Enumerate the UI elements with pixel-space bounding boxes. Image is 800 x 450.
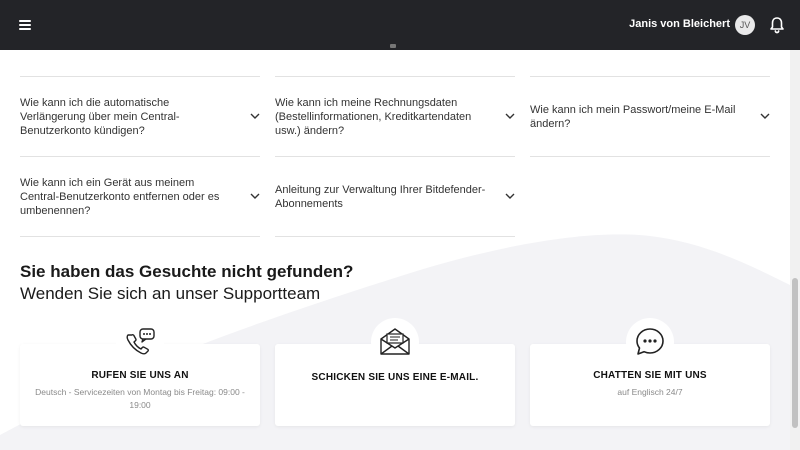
chevron-down-icon [505, 193, 515, 199]
hamburger-menu-icon[interactable] [19, 20, 31, 30]
faq-question: Wie kann ich ein Gerät aus meinem Centra… [20, 177, 220, 217]
faq-question: Wie kann ich meine Rechnungsdaten (Beste… [275, 97, 472, 137]
card-title: CHATTEN SIE MIT UNS [593, 370, 707, 381]
divider [20, 156, 260, 157]
top-bar: Janis von Bleichert JV [0, 0, 800, 50]
avatar[interactable]: JV [735, 15, 755, 35]
faq-item-remove-device[interactable]: Wie kann ich ein Gerät aus meinem Centra… [20, 176, 260, 236]
card-subtitle: Deutsch - Servicezeiten von Montag bis F… [35, 387, 245, 410]
divider [530, 156, 770, 157]
card-title: RUFEN SIE UNS AN [91, 370, 189, 381]
bell-icon[interactable] [769, 16, 785, 34]
phone-chat-icon [116, 318, 164, 366]
support-subtitle: Wenden Sie sich an unser Supportteam [20, 284, 321, 303]
scrollbar[interactable] [790, 50, 800, 450]
faq-item-password-email[interactable]: Wie kann ich mein Passwort/meine E-Mail … [530, 103, 770, 153]
divider [275, 76, 515, 77]
divider [275, 236, 515, 237]
faq-question: Wie kann ich mein Passwort/meine E-Mail … [530, 104, 736, 130]
chevron-down-icon [760, 113, 770, 119]
card-title: SCHICKEN SIE UNS EINE E-MAIL. [311, 372, 479, 383]
faq-item-billing-data[interactable]: Wie kann ich meine Rechnungsdaten (Beste… [275, 96, 515, 156]
chevron-down-icon [250, 113, 260, 119]
divider [275, 156, 515, 157]
envelope-icon [371, 318, 419, 366]
user-name[interactable]: Janis von Bleichert [629, 18, 730, 30]
chevron-down-icon [505, 113, 515, 119]
faq-item-manage-subscriptions[interactable]: Anleitung zur Verwaltung Ihrer Bitdefend… [275, 183, 515, 233]
chevron-down-icon [250, 193, 260, 199]
card-subtitle: auf Englisch 24/7 [617, 387, 683, 397]
faq-question: Wie kann ich die automatische Verlängeru… [20, 97, 180, 137]
divider [20, 76, 260, 77]
divider [20, 236, 260, 237]
chat-bubble-icon [626, 318, 674, 366]
scrollbar-thumb[interactable] [792, 278, 798, 428]
clipped-text-fragment [390, 44, 396, 48]
divider [530, 76, 770, 77]
faq-item-cancel-renewal[interactable]: Wie kann ich die automatische Verlängeru… [20, 96, 260, 156]
support-title: Sie haben das Gesuchte nicht gefunden? [20, 262, 354, 281]
faq-question: Anleitung zur Verwaltung Ihrer Bitdefend… [275, 184, 486, 210]
